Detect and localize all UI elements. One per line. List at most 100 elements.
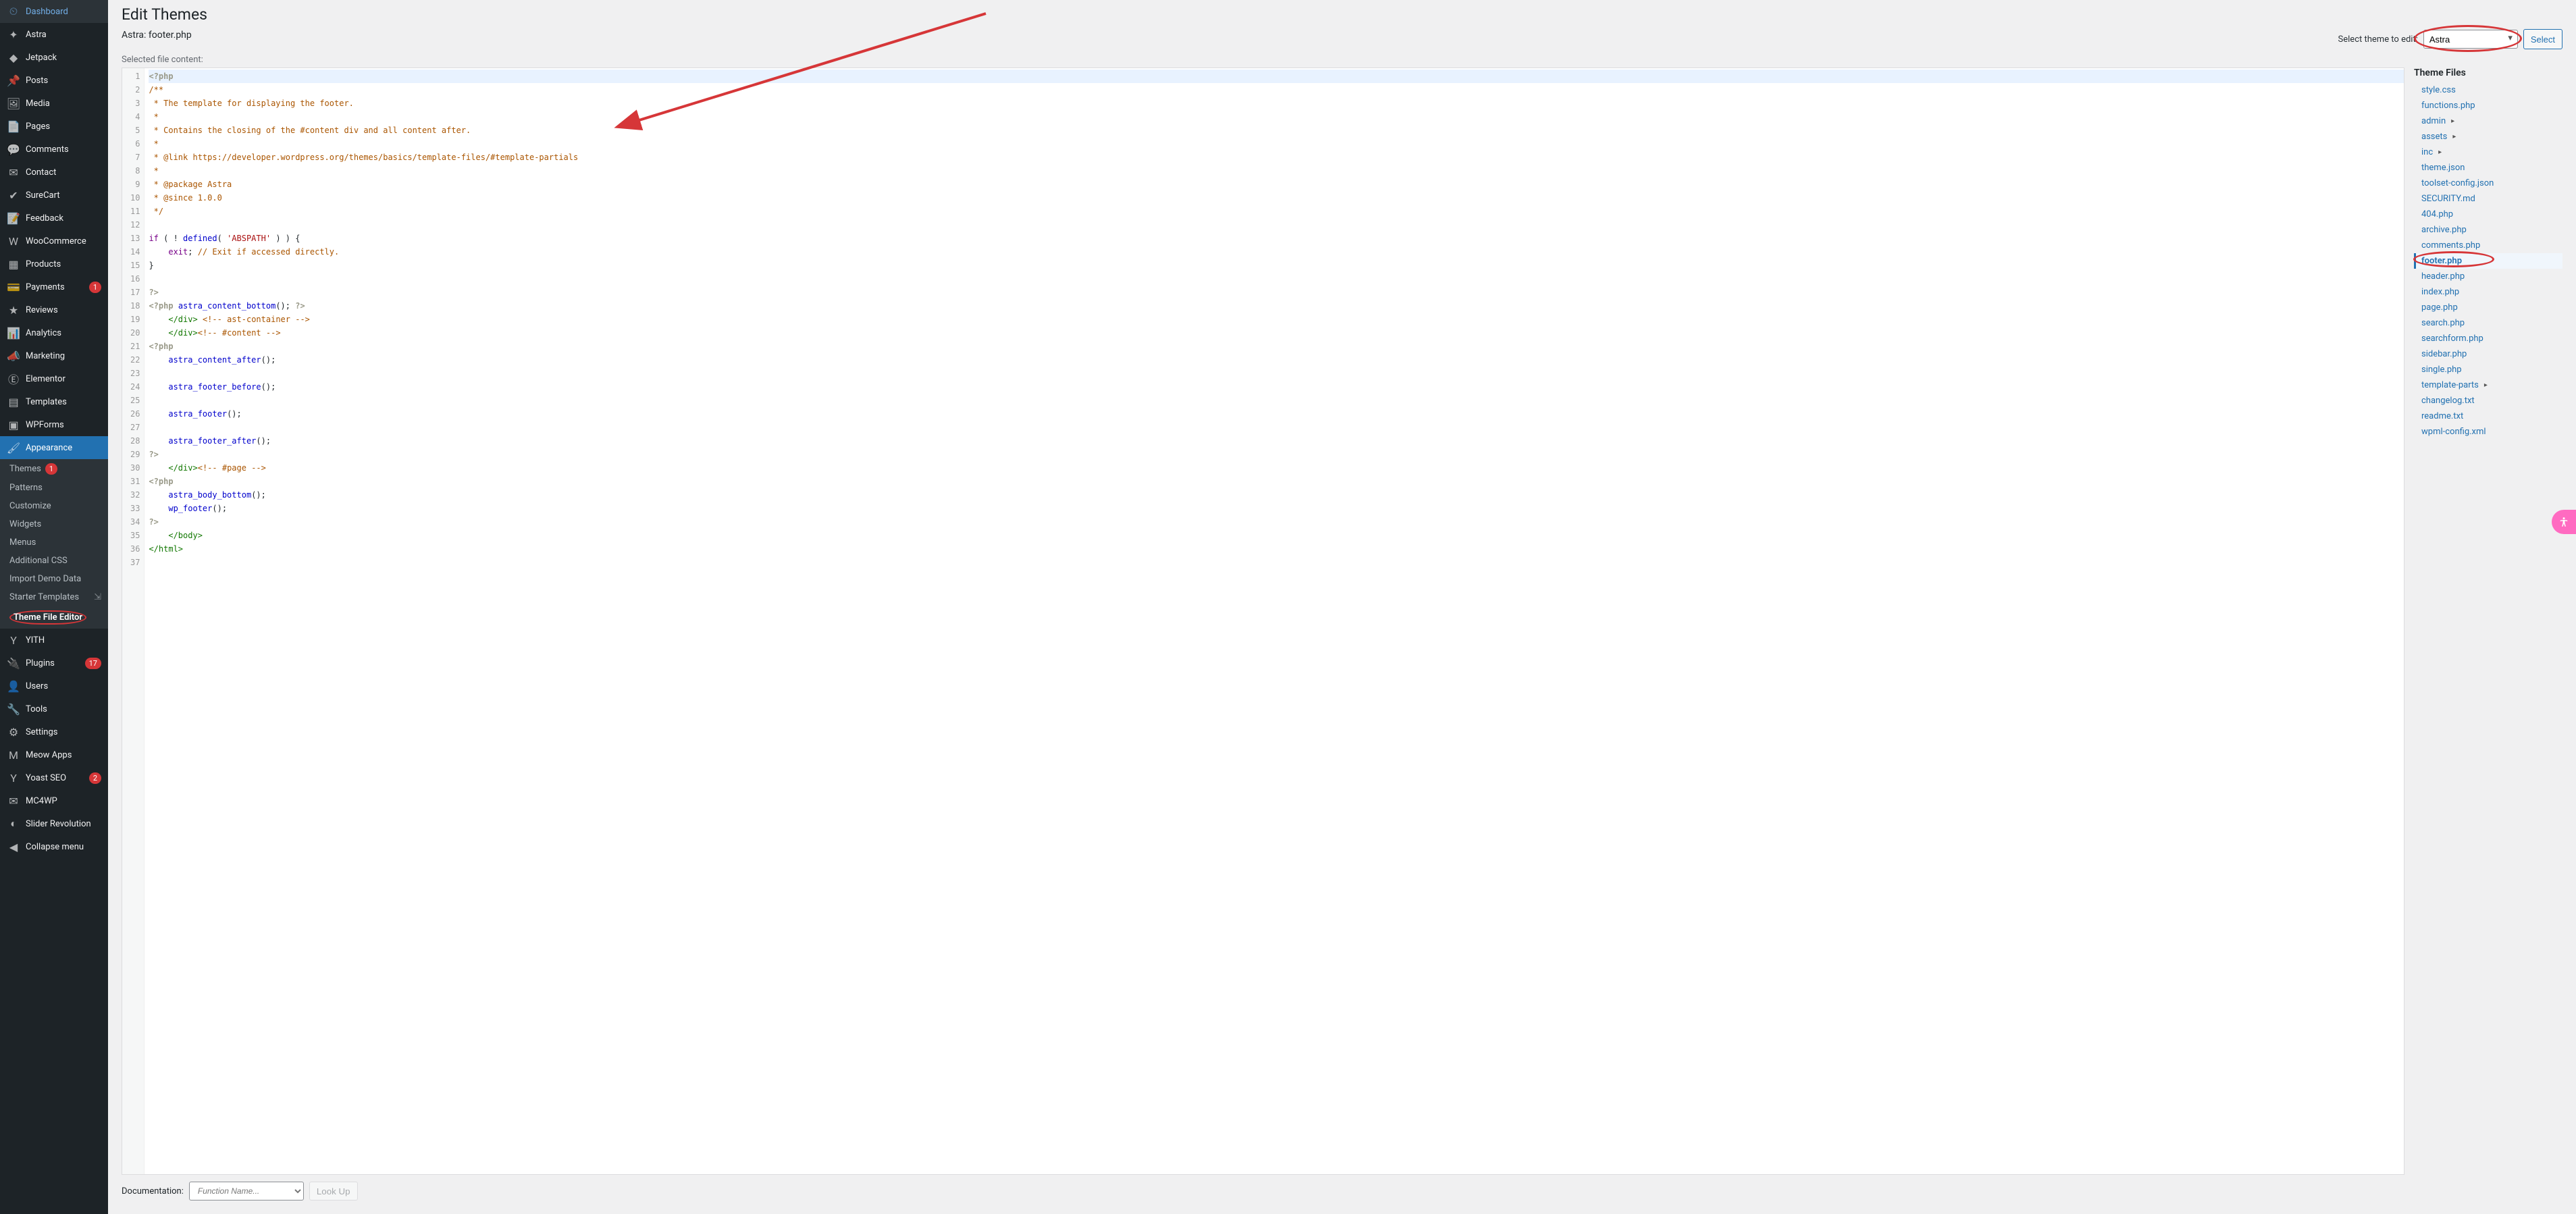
file-item-wpml-config-xml[interactable]: wpml-config.xml <box>2414 424 2562 440</box>
sidebar-label: Plugins <box>26 658 85 668</box>
sidebar-item-pages[interactable]: 📄 Pages <box>0 115 108 138</box>
slider-icon: ◐ <box>7 817 20 830</box>
file-item-search-php[interactable]: search.php <box>2414 315 2562 331</box>
sidebar-item-yoast-seo[interactable]: YYoast SEO2 <box>0 766 108 789</box>
plugins-icon: 🔌 <box>7 656 20 670</box>
sidebar-label: Posts <box>26 76 101 86</box>
elementor-icon: Ⓔ <box>7 372 20 386</box>
sidebar-item-yith[interactable]: YYITH <box>0 629 108 652</box>
sidebar-item-users[interactable]: 👤Users <box>0 675 108 697</box>
collapse-icon: ◀ <box>7 840 20 853</box>
file-item-page-php[interactable]: page.php <box>2414 300 2562 315</box>
file-item-404-php[interactable]: 404.php <box>2414 207 2562 222</box>
feedback-icon: 📝 <box>7 211 20 225</box>
badge: 1 <box>89 282 101 293</box>
sidebar-item-collapse-menu[interactable]: ◀ Collapse menu <box>0 835 108 858</box>
accessibility-fab[interactable] <box>2552 510 2576 534</box>
sidebar-label: Comments <box>26 144 101 155</box>
sidebar-label: WooCommerce <box>26 236 101 246</box>
file-item-functions-php[interactable]: functions.php <box>2414 98 2562 113</box>
wpforms-icon: ▣ <box>7 418 20 431</box>
sidebar-sub-additional-css[interactable]: Additional CSS <box>0 552 108 570</box>
sidebar-item-mc4wp[interactable]: ✉MC4WP <box>0 789 108 812</box>
starter-icon: ⇲ <box>94 592 101 602</box>
sidebar-item-plugins[interactable]: 🔌 Plugins17 <box>0 652 108 675</box>
sidebar-item-feedback[interactable]: 📝 Feedback <box>0 207 108 230</box>
sidebar-sub-menus[interactable]: Menus <box>0 533 108 552</box>
pages-icon: 📄 <box>7 120 20 133</box>
theme-files-panel: Theme Files style.cssfunctions.phpadmina… <box>2414 68 2562 1200</box>
payments-icon: 💳 <box>7 280 20 294</box>
file-item-toolset-config-json[interactable]: toolset-config.json <box>2414 176 2562 191</box>
sidebar-item-surecart[interactable]: ✔SureCart <box>0 184 108 207</box>
sidebar-item-marketing[interactable]: 📣Marketing <box>0 344 108 367</box>
sidebar-sub-patterns[interactable]: Patterns <box>0 479 108 497</box>
file-item-security-md[interactable]: SECURITY.md <box>2414 191 2562 207</box>
sidebar-item-tools[interactable]: 🔧Tools <box>0 697 108 720</box>
file-item-header-php[interactable]: header.php <box>2414 269 2562 284</box>
sidebar-item-templates[interactable]: ▤Templates <box>0 390 108 413</box>
sidebar-sub-customize[interactable]: Customize <box>0 497 108 515</box>
file-item-changelog-txt[interactable]: changelog.txt <box>2414 393 2562 408</box>
file-item-assets[interactable]: assets <box>2414 129 2562 144</box>
sidebar-label: Appearance <box>26 443 101 453</box>
sidebar-item-jetpack[interactable]: ◆Jetpack <box>0 46 108 69</box>
sidebar-label: Pages <box>26 122 101 132</box>
documentation-select[interactable]: Function Name... <box>189 1182 304 1200</box>
sidebar-label: Analytics <box>26 328 101 338</box>
yith-icon: Y <box>7 633 20 647</box>
line-gutter: 1234567891011121314151617181920212223242… <box>122 68 144 1174</box>
select-button[interactable]: Select <box>2523 29 2562 49</box>
sidebar-label: Feedback <box>26 213 101 223</box>
badge: 17 <box>85 658 101 669</box>
sidebar-item-astra[interactable]: ✦Astra <box>0 23 108 46</box>
sidebar-item-analytics[interactable]: 📊Analytics <box>0 321 108 344</box>
surecart-icon: ✔ <box>7 188 20 202</box>
code-editor[interactable]: 1234567891011121314151617181920212223242… <box>122 68 2404 1175</box>
sidebar-label: Yoast SEO <box>26 773 89 783</box>
astra-icon: ✦ <box>7 28 20 41</box>
sidebar-item-comments[interactable]: 💬Comments <box>0 138 108 161</box>
sidebar-item-dashboard[interactable]: ⏲Dashboard <box>0 0 108 23</box>
file-item-sidebar-php[interactable]: sidebar.php <box>2414 346 2562 362</box>
sidebar-item-reviews[interactable]: ★Reviews <box>0 298 108 321</box>
sidebar-label: Collapse menu <box>26 842 101 852</box>
sidebar-sub-widgets[interactable]: Widgets <box>0 515 108 533</box>
sidebar-item-appearance[interactable]: 🖌Appearance <box>0 436 108 459</box>
file-item-admin[interactable]: admin <box>2414 113 2562 129</box>
sidebar-item-woocommerce[interactable]: WWooCommerce <box>0 230 108 253</box>
marketing-icon: 📣 <box>7 349 20 363</box>
file-item-single-php[interactable]: single.php <box>2414 362 2562 377</box>
sidebar-sub-themes[interactable]: Themes1 <box>0 459 108 479</box>
sidebar-item-payments[interactable]: 💳Payments1 <box>0 275 108 298</box>
sidebar-item-contact[interactable]: ✉Contact <box>0 161 108 184</box>
sidebar-item-posts[interactable]: 📌Posts <box>0 69 108 92</box>
file-item-archive-php[interactable]: archive.php <box>2414 222 2562 238</box>
users-icon: 👤 <box>7 679 20 693</box>
sidebar-item-products[interactable]: ▦Products <box>0 253 108 275</box>
sidebar-item-media[interactable]: 🖼Media <box>0 92 108 115</box>
file-item-comments-php[interactable]: comments.php <box>2414 238 2562 253</box>
selected-content-label: Selected file content: <box>122 55 2562 65</box>
sidebar-sub-theme-file-editor[interactable]: Theme File Editor <box>0 606 108 629</box>
file-item-theme-json[interactable]: theme.json <box>2414 160 2562 176</box>
file-item-template-parts[interactable]: template-parts <box>2414 377 2562 393</box>
sidebar-label: Dashboard <box>26 7 101 17</box>
file-item-index-php[interactable]: index.php <box>2414 284 2562 300</box>
file-item-readme-txt[interactable]: readme.txt <box>2414 408 2562 424</box>
sidebar-item-wpforms[interactable]: ▣WPForms <box>0 413 108 436</box>
sidebar-item-meow-apps[interactable]: MMeow Apps <box>0 743 108 766</box>
lookup-button[interactable]: Look Up <box>309 1182 358 1200</box>
sidebar-sub-import-demo-data[interactable]: Import Demo Data <box>0 570 108 588</box>
sidebar-item-elementor[interactable]: ⒺElementor <box>0 367 108 390</box>
sidebar-sub-starter-templates[interactable]: Starter Templates⇲ <box>0 588 108 606</box>
sidebar-item-settings[interactable]: ⚙Settings <box>0 720 108 743</box>
file-item-searchform-php[interactable]: searchform.php <box>2414 331 2562 346</box>
sidebar-item-slider-revolution[interactable]: ◐Slider Revolution <box>0 812 108 835</box>
code-content[interactable]: <?php/** * The template for displaying t… <box>144 68 2404 1174</box>
sidebar-label: Templates <box>26 397 101 407</box>
theme-select[interactable]: Astra <box>2423 30 2518 49</box>
file-item-inc[interactable]: inc <box>2414 144 2562 160</box>
file-item-footer-php[interactable]: footer.php <box>2414 253 2562 269</box>
file-item-style-css[interactable]: style.css <box>2414 82 2562 98</box>
